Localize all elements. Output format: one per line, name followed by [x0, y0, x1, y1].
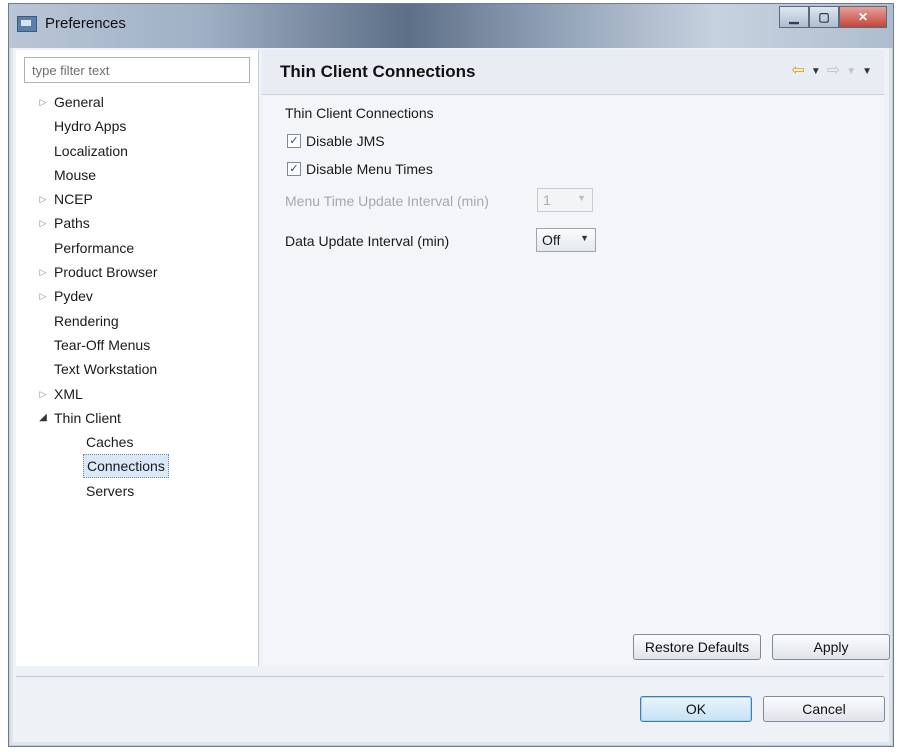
expand-arrow-icon[interactable]: ▷ — [38, 90, 48, 114]
filter-input[interactable] — [30, 59, 244, 81]
tree-item-localization[interactable]: Localization — [24, 139, 254, 163]
ok-button[interactable]: OK — [640, 696, 752, 722]
filter-box — [24, 57, 250, 83]
tree-item-label: Pydev — [54, 288, 93, 305]
maximize-icon: ▢ — [818, 10, 830, 24]
checkmark-icon[interactable]: ✓ — [287, 134, 301, 148]
expand-arrow-icon[interactable]: ▷ — [38, 382, 48, 406]
back-dropdown-icon[interactable]: ▼ — [811, 64, 821, 80]
title-bar[interactable]: Preferences ▁ ▢ ✕ — [9, 4, 893, 48]
expand-arrow-icon[interactable]: ▷ — [38, 211, 48, 235]
tree-item-label: Connections — [83, 454, 169, 479]
tree-item-tear-off-menus[interactable]: Tear-Off Menus — [24, 333, 254, 357]
cancel-button[interactable]: Cancel — [763, 696, 885, 722]
close-icon: ✕ — [857, 10, 869, 24]
tree-item-label: Mouse — [54, 166, 97, 183]
maximize-button[interactable]: ▢ — [809, 6, 839, 28]
tree-item-label: Tear-Off Menus — [54, 336, 151, 353]
preference-tree: ▷ General Hydro Apps Localization Mouse ▷… — [24, 90, 254, 503]
tree-item-text-workstation[interactable]: Text Workstation — [24, 357, 254, 381]
minimize-icon: ▁ — [789, 10, 799, 24]
select-value: 1 — [543, 192, 551, 208]
tree-item-connections[interactable]: Connections — [24, 454, 254, 479]
forward-dropdown-icon[interactable]: ▼ — [846, 64, 856, 80]
expand-arrow-icon[interactable]: ▷ — [38, 187, 48, 211]
tree-item-label: Servers — [86, 482, 135, 499]
tree-item-ncep[interactable]: ▷ NCEP — [24, 187, 254, 211]
tree-item-label: XML — [54, 385, 83, 402]
checkbox-label: Disable Menu Times — [306, 161, 433, 177]
disable-menu-times-checkbox[interactable]: ✓ Disable Menu Times — [287, 161, 433, 177]
close-button[interactable]: ✕ — [839, 6, 887, 28]
checkbox-label: Disable JMS — [306, 133, 385, 149]
restore-defaults-button[interactable]: Restore Defaults — [633, 634, 761, 660]
tree-item-mouse[interactable]: Mouse — [24, 163, 254, 187]
tree-item-performance[interactable]: Performance — [24, 236, 254, 260]
view-menu-icon[interactable]: ▼ — [862, 64, 872, 80]
tree-item-xml[interactable]: ▷ XML — [24, 382, 254, 406]
menu-time-interval-select: 1 ▼ — [537, 188, 593, 212]
back-arrow-icon[interactable]: ⇦ — [791, 63, 804, 80]
tree-item-label: Rendering — [54, 312, 119, 329]
window-title: Preferences — [45, 15, 126, 32]
tree-item-pydev[interactable]: ▷ Pydev — [24, 284, 254, 308]
tree-item-label: Paths — [54, 215, 90, 232]
minimize-button[interactable]: ▁ — [779, 6, 809, 28]
tree-item-general[interactable]: ▷ General — [24, 90, 254, 114]
tree-item-hydro-apps[interactable]: Hydro Apps — [24, 114, 254, 138]
section-title: Thin Client Connections — [285, 105, 434, 121]
tree-item-label: Text Workstation — [54, 361, 158, 378]
tree-item-label: Product Browser — [54, 264, 158, 281]
expand-arrow-icon[interactable]: ▷ — [38, 260, 48, 284]
chevron-down-icon: ▼ — [577, 193, 586, 203]
history-navigation: ⇦ ▼ ⇨ ▼ ▼ — [791, 63, 872, 80]
tree-item-paths[interactable]: ▷ Paths — [24, 211, 254, 235]
page-header: Thin Client Connections ⇦ ▼ ⇨ ▼ ▼ — [262, 50, 884, 95]
data-update-interval-select[interactable]: Off ▼ — [536, 228, 596, 252]
page-title: Thin Client Connections — [280, 62, 476, 81]
tree-item-label: Hydro Apps — [54, 118, 127, 135]
collapse-arrow-icon[interactable]: ◢ — [38, 406, 48, 430]
tree-item-label: Performance — [54, 239, 135, 256]
separator — [16, 676, 884, 677]
tree-item-label: Localization — [54, 142, 128, 159]
tree-item-servers[interactable]: Servers — [24, 479, 254, 503]
apply-button[interactable]: Apply — [772, 634, 890, 660]
checkmark-icon[interactable]: ✓ — [287, 162, 301, 176]
tree-item-label: General — [54, 94, 104, 110]
menu-time-interval-label: Menu Time Update Interval (min) — [285, 193, 489, 209]
tree-item-label: Thin Client — [54, 409, 121, 426]
window-controls: ▁ ▢ ✕ — [779, 6, 887, 28]
preferences-app-icon — [17, 16, 37, 32]
forward-arrow-icon[interactable]: ⇨ — [827, 63, 840, 80]
tree-item-caches[interactable]: Caches — [24, 430, 254, 454]
data-update-interval-label: Data Update Interval (min) — [285, 233, 450, 249]
tree-item-rendering[interactable]: Rendering — [24, 309, 254, 333]
tree-item-product-browser[interactable]: ▷ Product Browser — [24, 260, 254, 284]
tree-item-label: Caches — [86, 434, 134, 451]
select-value: Off — [542, 232, 561, 248]
tree-item-thin-client[interactable]: ◢ Thin Client — [24, 406, 254, 430]
expand-arrow-icon[interactable]: ▷ — [38, 284, 48, 308]
disable-jms-checkbox[interactable]: ✓ Disable JMS — [287, 133, 385, 149]
chevron-down-icon[interactable]: ▼ — [580, 233, 589, 243]
tree-item-label: NCEP — [54, 191, 93, 208]
